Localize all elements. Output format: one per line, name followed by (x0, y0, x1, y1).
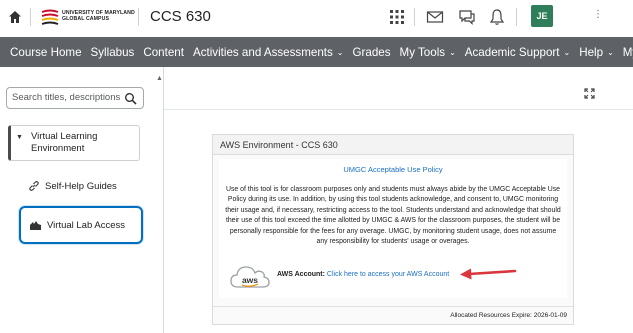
aws-cloud-logo-icon: aws (230, 266, 270, 288)
nav-grades[interactable]: Grades (353, 46, 391, 59)
nav-my-tools[interactable]: My Tools ⌄ (400, 46, 456, 59)
top-bar: UNIVERSITY OF MARYLAND GLOBAL CAMPUS CCS… (0, 0, 633, 37)
divider (516, 8, 517, 26)
fullscreen-expand-icon[interactable] (584, 88, 595, 99)
nav-myumgc[interactable]: MyUMGC (623, 46, 633, 59)
nav-academic-support[interactable]: Academic Support ⌄ (465, 46, 570, 59)
expiry-date: 2026-01-09 (533, 312, 567, 319)
chevron-down-icon: ⌄ (607, 47, 614, 57)
module-label: Virtual Learning Environment (31, 131, 98, 154)
course-navbar: Course Home Syllabus Content Activities … (0, 37, 633, 67)
chevron-down-icon: ⌄ (336, 47, 344, 57)
search-input[interactable] (12, 92, 122, 103)
nav-course-home[interactable]: Course Home (10, 46, 82, 59)
mail-icon[interactable] (426, 8, 444, 26)
topic-label: Self-Help Guides (45, 180, 117, 192)
lab-icon (30, 220, 41, 230)
link-icon (29, 181, 39, 191)
search-box (6, 87, 144, 109)
caret-down-icon[interactable]: ▼ (16, 134, 23, 141)
topic-label: Virtual Lab Access (47, 219, 125, 231)
module-virtual-learning-environment[interactable]: ▼ Virtual Learning Environment (8, 125, 140, 161)
nav-content[interactable]: Content (143, 46, 184, 59)
content-sidebar: ▲ ▼ Virtual Learning Environment Self-He… (0, 67, 164, 333)
nav-syllabus[interactable]: Syllabus (91, 46, 135, 59)
topic-self-help-guides[interactable]: Self-Help Guides (28, 180, 117, 192)
waffle-grid-icon[interactable] (388, 8, 406, 26)
aws-environment-panel: AWS Environment - CCS 630 UMGC Acceptabl… (212, 134, 574, 325)
search-icon[interactable] (124, 92, 137, 105)
aws-account-row: AWS Account: Click here to access your A… (277, 271, 449, 278)
aws-account-link[interactable]: Click here to access your AWS Account (327, 271, 449, 278)
divider (414, 8, 415, 26)
user-avatar[interactable]: JE (531, 5, 553, 27)
topic-virtual-lab-access[interactable]: Virtual Lab Access (19, 206, 143, 244)
nav-activities-and-assessments[interactable]: Activities and Assessments ⌄ (193, 46, 344, 59)
expiry-text: Allocated Resources Expire: 2026-01-09 (450, 312, 567, 319)
aws-logo-text: aws (242, 275, 258, 285)
chevron-down-icon: ⌄ (449, 47, 456, 57)
discussion-icon[interactable] (458, 8, 476, 26)
aws-account-label: AWS Account: (277, 271, 325, 278)
university-name: UNIVERSITY OF MARYLAND GLOBAL CAMPUS (62, 10, 135, 22)
policy-text: Use of this tool is for classroom purpos… (225, 186, 561, 246)
home-icon[interactable] (8, 10, 22, 24)
acceptable-use-policy-link[interactable]: UMGC Acceptable Use Policy (219, 165, 567, 174)
more-options-icon[interactable]: ⋮ (593, 9, 603, 20)
panel-title: AWS Environment - CCS 630 (213, 135, 573, 155)
nav-help[interactable]: Help ⌄ (579, 46, 614, 59)
panel-footer: Allocated Resources Expire: 2026-01-09 (213, 306, 573, 324)
chevron-down-icon: ⌄ (563, 47, 571, 57)
divider (164, 109, 633, 110)
divider (30, 8, 31, 26)
course-title[interactable]: CCS 630 (150, 8, 211, 25)
panel-body: UMGC Acceptable Use Policy Use of this t… (219, 159, 567, 298)
bell-icon[interactable] (488, 8, 506, 26)
divider (138, 8, 139, 26)
red-arrow-annotation-icon (460, 268, 517, 280)
scroll-up-icon[interactable]: ▲ (156, 75, 163, 82)
umgc-logo-icon[interactable] (40, 9, 60, 27)
